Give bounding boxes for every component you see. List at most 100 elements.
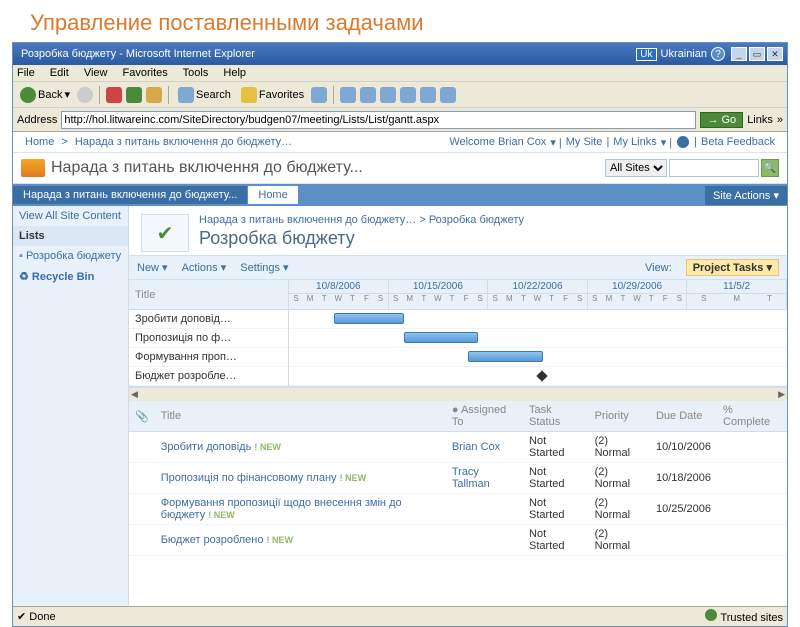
gantt-scrollbar[interactable]: ◀▶ bbox=[129, 387, 787, 401]
search-go-icon[interactable]: 🔍 bbox=[761, 159, 779, 177]
site-title: Нарада з питань включення до бюджету... bbox=[51, 159, 605, 177]
gantt-bar[interactable] bbox=[404, 332, 479, 343]
star-icon bbox=[241, 87, 257, 103]
close-button[interactable]: ✕ bbox=[767, 47, 783, 61]
chevron-icon[interactable]: » bbox=[777, 114, 783, 126]
home-icon[interactable] bbox=[146, 87, 162, 103]
actions-menu[interactable]: Actions ▾ bbox=[182, 261, 227, 274]
main-panel: ✔ Нарада з питань включення до бюджету… … bbox=[129, 206, 787, 606]
shield-icon bbox=[705, 609, 717, 621]
research-icon[interactable] bbox=[420, 87, 436, 103]
back-button[interactable]: Back ▾ bbox=[17, 86, 73, 104]
mail-icon[interactable] bbox=[340, 87, 356, 103]
page-content: Home > Нарада з питань включення до бюдж… bbox=[13, 132, 787, 606]
menu-edit[interactable]: Edit bbox=[50, 67, 69, 79]
refresh-icon[interactable] bbox=[126, 87, 142, 103]
list-icon: ✔ bbox=[141, 214, 189, 252]
task-table: 📎 Title ● Assigned To Task Status Priori… bbox=[129, 401, 787, 556]
gantt-timeline: 10/8/2006SMTWTFS 10/15/2006SMTWTFS 10/22… bbox=[289, 280, 787, 386]
col-priority[interactable]: Priority bbox=[589, 401, 650, 432]
gantt-bar[interactable] bbox=[334, 313, 404, 324]
status-done: ✔ Done bbox=[17, 610, 56, 623]
print-icon[interactable] bbox=[360, 87, 376, 103]
history-icon[interactable] bbox=[311, 87, 327, 103]
col-assigned[interactable]: ● Assigned To bbox=[446, 401, 523, 432]
search-input[interactable] bbox=[669, 159, 759, 177]
gantt-row-title[interactable]: Пропозиція по ф… bbox=[129, 329, 288, 348]
menu-view[interactable]: View bbox=[84, 67, 108, 79]
gantt-chart: Title Зробити доповід… Пропозиція по ф… … bbox=[129, 280, 787, 387]
edit-icon[interactable] bbox=[380, 87, 396, 103]
sidebar: View All Site Content Lists Розробка бюд… bbox=[13, 206, 129, 606]
search-scope-select[interactable]: All Sites bbox=[605, 159, 667, 177]
nav-tabs: Нарада з питань включення до бюджету... … bbox=[13, 184, 787, 206]
menu-favorites[interactable]: Favorites bbox=[123, 67, 168, 79]
mysite-link[interactable]: My Site bbox=[566, 136, 603, 148]
back-icon bbox=[20, 87, 36, 103]
browser-window: Розробка бюджету - Microsoft Internet Ex… bbox=[12, 42, 788, 627]
menu-tools[interactable]: Tools bbox=[183, 67, 209, 79]
table-row[interactable]: Пропозиція по фінансовому плану ! NEWTra… bbox=[129, 463, 787, 494]
milestone-icon[interactable] bbox=[536, 370, 547, 381]
col-title[interactable]: Title bbox=[155, 401, 446, 432]
settings-menu[interactable]: Settings ▾ bbox=[240, 261, 288, 274]
menu-file[interactable]: File bbox=[17, 67, 35, 79]
menubar: File Edit View Favorites Tools Help bbox=[13, 65, 787, 82]
slide-title: Управление поставленными задачами bbox=[0, 0, 800, 42]
gantt-row-title[interactable]: Формування проп… bbox=[129, 348, 288, 367]
gantt-row-title[interactable]: Бюджет розробле… bbox=[129, 367, 288, 386]
discuss-icon[interactable] bbox=[400, 87, 416, 103]
lang-code-badge[interactable]: Uk bbox=[636, 48, 656, 61]
col-complete[interactable]: % Complete bbox=[717, 401, 787, 432]
site-actions-menu[interactable]: Site Actions ▾ bbox=[705, 186, 787, 205]
sharepoint-topbar: Home > Нарада з питань включення до бюдж… bbox=[13, 132, 787, 153]
favorites-button[interactable]: Favorites bbox=[238, 86, 307, 104]
mylinks-link[interactable]: My Links bbox=[613, 136, 656, 148]
table-row[interactable]: Формування пропозиції щодо внесення змін… bbox=[129, 494, 787, 525]
recycle-bin[interactable]: ♻ Recycle Bin bbox=[13, 266, 128, 287]
tab-home[interactable]: Home bbox=[248, 186, 297, 204]
links-label[interactable]: Links bbox=[747, 114, 773, 126]
gantt-title-column: Title Зробити доповід… Пропозиція по ф… … bbox=[129, 280, 289, 386]
trusted-sites: Trusted sites bbox=[705, 609, 783, 624]
welcome-user[interactable]: Welcome Brian Cox bbox=[449, 136, 546, 148]
sidebar-lists-header: Lists bbox=[13, 226, 128, 246]
menu-help[interactable]: Help bbox=[223, 67, 246, 79]
page-breadcrumb[interactable]: Нарада з питань включення до бюджету… > … bbox=[141, 214, 775, 226]
forward-icon[interactable] bbox=[77, 87, 93, 103]
sp-body: View All Site Content Lists Розробка бюд… bbox=[13, 206, 787, 606]
go-button[interactable]: → Go bbox=[700, 112, 743, 128]
site-header: Нарада з питань включення до бюджету... … bbox=[13, 153, 787, 184]
beta-link[interactable]: Beta Feedback bbox=[701, 136, 775, 148]
col-due[interactable]: Due Date bbox=[650, 401, 717, 432]
toolbar: Back ▾ Search Favorites bbox=[13, 82, 787, 108]
address-input[interactable] bbox=[61, 111, 696, 129]
gantt-row-title[interactable]: Зробити доповід… bbox=[129, 310, 288, 329]
view-selector[interactable]: Project Tasks ▾ bbox=[686, 259, 779, 276]
new-menu[interactable]: New ▾ bbox=[137, 261, 168, 274]
restore-button[interactable]: ▭ bbox=[749, 47, 765, 61]
help-icon[interactable]: ? bbox=[711, 47, 725, 61]
site-search: All Sites 🔍 bbox=[605, 159, 779, 177]
gantt-bar[interactable] bbox=[468, 351, 543, 362]
view-all-content[interactable]: View All Site Content bbox=[13, 206, 128, 226]
page-title: Розробка бюджету bbox=[141, 228, 775, 249]
col-attach[interactable]: 📎 bbox=[129, 401, 155, 432]
search-button[interactable]: Search bbox=[175, 86, 234, 104]
stop-icon[interactable] bbox=[106, 87, 122, 103]
tab-main[interactable]: Нарада з питань включення до бюджету... bbox=[13, 186, 247, 204]
table-row[interactable]: Зробити доповідь ! NEWBrian CoxNot Start… bbox=[129, 432, 787, 463]
table-row[interactable]: Бюджет розроблено ! NEWNot Started(2) No… bbox=[129, 525, 787, 556]
crumb-link[interactable]: Нарада з питань включення до бюджету… bbox=[75, 136, 292, 148]
list-action-bar: New ▾ Actions ▾ Settings ▾ View: Project… bbox=[129, 255, 787, 280]
messenger-icon[interactable] bbox=[440, 87, 456, 103]
gantt-title-header: Title bbox=[129, 280, 288, 310]
lang-name: Ukrainian bbox=[661, 48, 707, 60]
minimize-button[interactable]: _ bbox=[731, 47, 747, 61]
titlebar: Розробка бюджету - Microsoft Internet Ex… bbox=[13, 43, 787, 65]
sidebar-item-budget[interactable]: Розробка бюджету bbox=[13, 246, 128, 266]
home-link[interactable]: Home bbox=[25, 136, 54, 148]
col-status[interactable]: Task Status bbox=[523, 401, 589, 432]
window-title: Розробка бюджету - Microsoft Internet Ex… bbox=[17, 48, 636, 60]
sp-help-icon[interactable]: ? bbox=[676, 135, 690, 149]
